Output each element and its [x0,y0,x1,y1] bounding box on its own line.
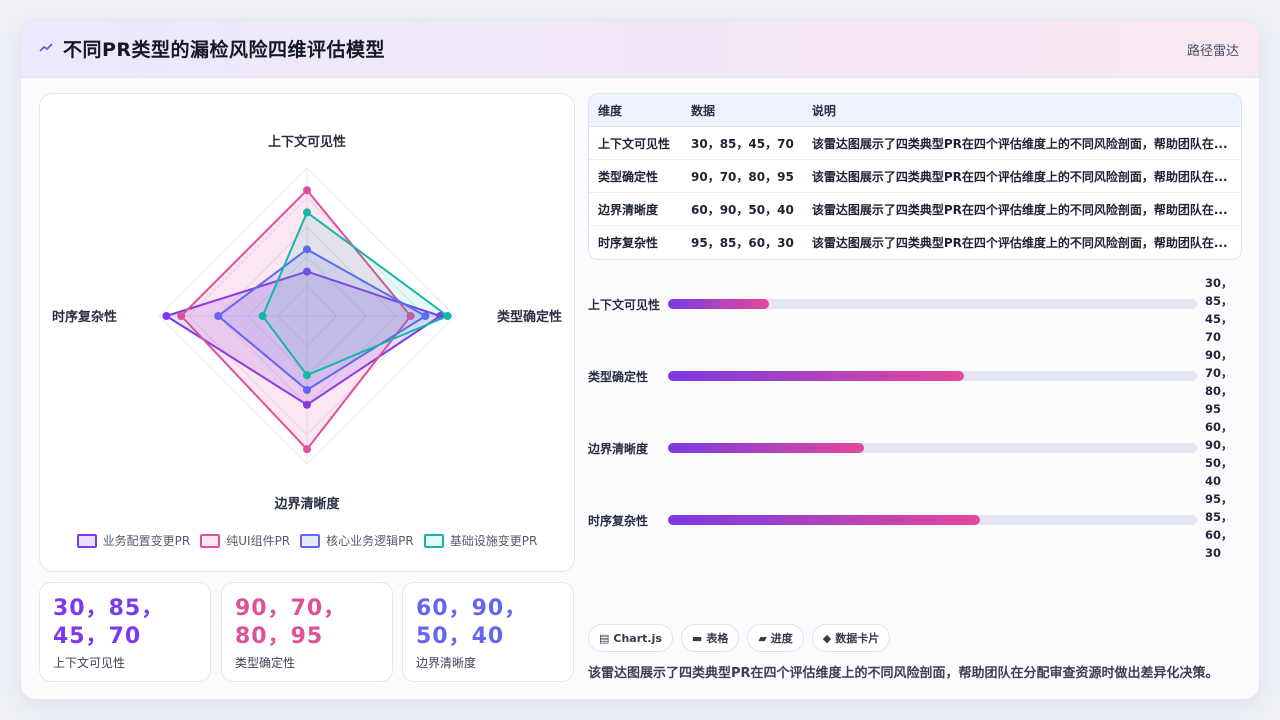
data-point [177,312,186,320]
data-point [303,386,311,394]
data-point [443,312,452,320]
stat-card: 60，90，50，40 边界清晰度 [402,582,574,682]
progress-label: 上下文可见性 [588,298,661,312]
tech-chips: ▤ Chart.js ▬ 表格 ▰ 进度 ◆ 数据卡片 [588,624,891,652]
chip-label: 进度 [770,632,793,645]
table-icon: ▬ [691,631,703,645]
cell-dimension: 边界清晰度 [589,192,682,226]
stat-value: 90，70，80，95 [235,596,347,649]
header-tag: 路径雷达 [1186,44,1239,59]
legend-label: 基础设施变更PR [449,534,538,548]
legend-label: 核心业务逻辑PR [326,534,414,548]
legend-item[interactable]: 基础设施变更PR [423,532,538,549]
table-row: 时序复杂性 95，85，60，30 该雷达图展示了四类典型PR在四个评估维度上的… [589,226,1241,259]
stat-card: 90，70，80，95 类型确定性 [221,582,393,682]
chart-icon: ▤ [599,631,610,645]
progress-row: 上下文可见性 30，85，45，70 [588,275,1240,344]
data-point [303,445,311,454]
chart-legend: 业务配置变更PR 纯UI组件PR 核心业务逻辑PR 基础设施变更PR [40,532,574,549]
cell-description: 该雷达图展示了四类典型PR在四个评估维度上的不同风险剖面，帮助团队在... [802,159,1241,193]
cell-data: 95，85，60，30 [691,235,794,250]
chip-chartjs[interactable]: ▤ Chart.js [588,624,673,652]
header: 不同PR类型的漏检风险四维评估模型 路径雷达 [21,21,1259,78]
data-point [162,312,171,320]
legend-swatch [423,533,444,548]
column-header: 数据 [682,94,803,127]
progress-track [668,371,1197,381]
legend-item[interactable]: 核心业务逻辑PR [300,532,414,549]
stat-label: 类型确定性 [235,656,296,670]
legend-label: 纯UI组件PR [226,534,291,548]
axis-label: 时序复杂性 [52,309,117,325]
chip-label: Chart.js [613,631,662,645]
legend-swatch [76,533,97,548]
table-header-row: 维度 数据 说明 [589,94,1241,127]
cell-data: 30，85，45，70 [682,126,803,160]
progress-fill [668,443,864,453]
data-point [303,186,311,195]
cell-data: 90，70，80，95 [682,159,803,193]
chip-label: 表格 [706,632,729,645]
chip-cards[interactable]: ◆ 数据卡片 [811,624,891,652]
page-title: 不同PR类型的漏检风险四维评估模型 [63,39,386,61]
progress-value: 30，85，45，70 [1205,276,1233,344]
progress-value: 90，70，80，95 [1205,348,1233,416]
data-table: 维度 数据 说明 上下文可见性 30，85，45，70 该雷达图展示了四类典型P… [588,93,1242,260]
legend-swatch [300,533,321,548]
progress-track [668,443,1197,453]
summary-text: 该雷达图展示了四类典型PR在四个评估维度上的不同风险剖面，帮助团队在分配审查资源… [588,666,1219,681]
stat-value: 30，85，45，70 [53,596,165,649]
data-point [303,208,311,217]
axis-label: 上下文可见性 [268,134,346,150]
column-header: 说明 [802,94,1241,127]
radar-chart: 上下文可见性类型确定性边界清晰度 时序复杂性 [52,134,562,512]
main-card: 不同PR类型的漏检风险四维评估模型 路径雷达 上下文可见性 类型确定性 边界清晰度时… [20,20,1260,700]
stat-value: 60，90，50，40 [416,596,528,649]
cell-dimension: 类型确定性 [589,159,682,193]
cell-data: 60，90，50，40 [682,192,803,226]
cell-description: 该雷达图展示了四类典型PR在四个评估维度上的不同风险剖面，帮助团队在... [811,235,1228,250]
axis-label: 类型确定性 [497,309,562,325]
legend-item[interactable]: 业务配置变更PR [76,532,191,549]
data-point [258,312,267,320]
legend-label: 业务配置变更PR [102,534,191,548]
chip-table[interactable]: ▬ 表格 [680,624,740,652]
cell-description: 该雷达图展示了四类典型PR在四个评估维度上的不同风险剖面，帮助团队在... [802,126,1241,160]
progress-row: 类型确定性 90，70，80，95 [588,347,1240,416]
progress-row: 时序复杂性 95，85，60，30 [588,491,1240,560]
chip-progress[interactable]: ▰ 进度 [747,624,804,652]
column-header: 维度 [589,94,682,127]
cell-dimension: 上下文可见性 [589,126,682,160]
cell-description: 该雷达图展示了四类典型PR在四个评估维度上的不同风险剖面，帮助团队在... [802,192,1241,226]
legend-item[interactable]: 纯UI组件PR [200,532,290,549]
trend-icon [39,43,53,52]
table-row: 上下文可见性 30，85，45，70 该雷达图展示了四类典型PR在四个评估维度上… [589,126,1241,160]
progress-fill [668,299,769,309]
progress-value: 60，90，50，40 [1205,420,1233,488]
axis-label: 边界清晰度 [273,496,340,512]
table-row: 类型确定性 90，70，80，95 该雷达图展示了四类典型PR在四个评估维度上的… [589,159,1241,193]
table-row: 边界清晰度 60，90，50，40 该雷达图展示了四类典型PR在四个评估维度上的… [589,192,1241,226]
data-point [303,371,311,380]
stat-card: 30，85，45，70 上下文可见性 [39,582,211,682]
stat-label: 上下文可见性 [53,656,126,670]
progress-fill [668,371,965,381]
progress-label: 时序复杂性 [588,514,649,528]
progress-track [668,515,1197,525]
radar-panel: 上下文可见性类型确定性边界清晰度 时序复杂性 业务配置变更PR 纯UI组件PR 核心业… [39,93,575,572]
progress-icon: ▰ [758,631,767,645]
progress-label: 类型确定性 [588,370,649,384]
stat-label: 边界清晰度 [416,656,477,670]
progress-track [668,299,1197,309]
progress-row: 边界清晰度 60，90，50，40 [588,419,1240,488]
progress-fill [668,515,981,525]
chip-label: 数据卡片 [835,632,880,645]
cell-dimension: 时序复杂性 [598,235,659,250]
card-icon: ◆ [822,631,832,645]
data-point [214,312,223,320]
legend-swatch [200,533,221,548]
progress-value: 95，85，60，30 [1205,492,1233,560]
progress-label: 边界清晰度 [588,442,649,456]
